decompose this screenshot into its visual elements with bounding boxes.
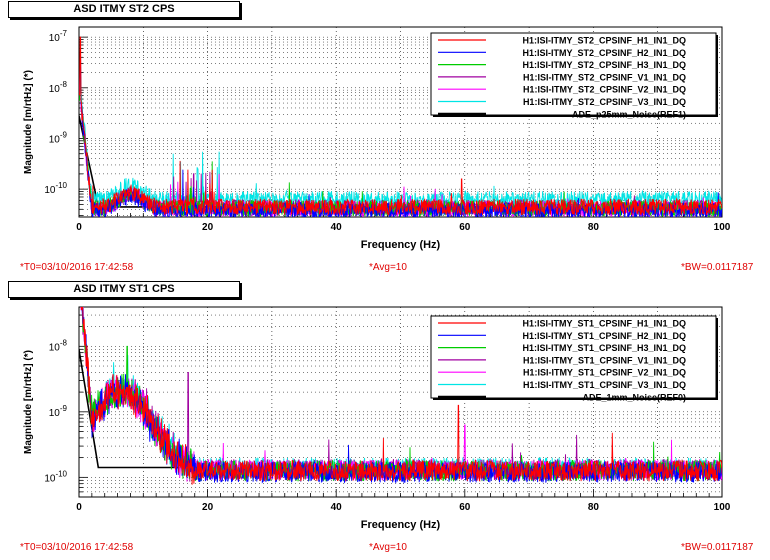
- x-tick-label: 0: [76, 222, 82, 233]
- legend-label: H1:ISI-ITMY_ST2_CPSINF_H3_IN1_DQ: [522, 60, 686, 70]
- chart-st2: 0 20 40 60 80 100 10-7 10-8 10-9 10-10 Frequency (…: [23, 26, 731, 251]
- y-tick-label: 10-9: [49, 404, 68, 419]
- legend: H1:ISI-ITMY_ST2_CPSINF_H1_IN1_DQ H1:ISI-I…: [430, 32, 718, 119]
- chart-st1: 0 20 40 60 80 100 10-8 10-9 10-10 Frequency (Hz) M…: [23, 306, 731, 531]
- panel-st2: 0 20 40 60 80 100 10-7 10-8 10-9 10-10 Frequency (…: [0, 0, 770, 280]
- legend-label: H1:ISI-ITMY_ST1_CPSINF_V3_IN1_DQ: [523, 380, 686, 390]
- x-tick-label: 100: [714, 222, 731, 233]
- x-tick-label: 20: [202, 222, 214, 233]
- legend-label: H1:ISI-ITMY_ST2_CPSINF_V1_IN1_DQ: [523, 72, 686, 82]
- x-tick-label: 60: [459, 502, 471, 513]
- legend-label: ADE_p25mm_Noise(REF1): [572, 109, 686, 119]
- x-tick-label: 40: [331, 502, 343, 513]
- footer-avg: *Avg=10: [369, 262, 407, 273]
- x-tick-label: 60: [459, 222, 471, 233]
- footer-bw: *BW=0.0117187: [681, 262, 754, 273]
- footer-avg: *Avg=10: [369, 542, 407, 553]
- y-tick-label: 10-8: [49, 338, 68, 353]
- legend: H1:ISI-ITMY_ST1_CPSINF_H1_IN1_DQ H1:ISI-I…: [430, 315, 718, 402]
- x-tick-label: 0: [76, 502, 82, 513]
- legend-label: H1:ISI-ITMY_ST2_CPSINF_V3_IN1_DQ: [523, 97, 686, 107]
- y-tick-label: 10-8: [49, 80, 68, 95]
- x-tick-label: 80: [588, 222, 600, 233]
- chart-title-st1: ASD ITMY ST1 CPS: [8, 281, 240, 298]
- legend-label: H1:ISI-ITMY_ST2_CPSINF_V2_IN1_DQ: [523, 85, 686, 95]
- y-tick-label: 10-10: [44, 181, 67, 196]
- y-tick-label: 10-9: [49, 130, 68, 145]
- x-axis-label: Frequency (Hz): [361, 519, 441, 531]
- legend-label: H1:ISI-ITMY_ST2_CPSINF_H2_IN1_DQ: [522, 48, 686, 58]
- chart-title-st2: ASD ITMY ST2 CPS: [8, 1, 240, 18]
- x-tick-label: 80: [588, 502, 600, 513]
- footer-t0: *T0=03/10/2016 17:42:58: [20, 542, 134, 553]
- y-axis-label: Magnitude [m/rtHz] (*): [23, 350, 34, 454]
- x-tick-label: 100: [714, 502, 731, 513]
- legend-label: ADE_1mm_Noise(REF0): [582, 392, 686, 402]
- legend-label: H1:ISI-ITMY_ST2_CPSINF_H1_IN1_DQ: [522, 36, 686, 46]
- legend-label: H1:ISI-ITMY_ST1_CPSINF_V1_IN1_DQ: [523, 355, 686, 365]
- panel-st1: 0 20 40 60 80 100 10-8 10-9 10-10 Frequency (Hz) M…: [0, 280, 770, 560]
- y-axis-label: Magnitude [m/rtHz] (*): [23, 70, 34, 174]
- legend-label: H1:ISI-ITMY_ST1_CPSINF_H1_IN1_DQ: [522, 319, 686, 329]
- footer-t0: *T0=03/10/2016 17:42:58: [20, 262, 134, 273]
- x-tick-label: 40: [331, 222, 343, 233]
- x-axis-label: Frequency (Hz): [361, 239, 441, 251]
- y-tick-label: 10-7: [49, 29, 68, 44]
- x-tick-label: 20: [202, 502, 214, 513]
- legend-label: H1:ISI-ITMY_ST1_CPSINF_H3_IN1_DQ: [522, 343, 686, 353]
- footer-bw: *BW=0.0117187: [681, 542, 754, 553]
- y-tick-label: 10-10: [44, 469, 67, 484]
- legend-label: H1:ISI-ITMY_ST1_CPSINF_H2_IN1_DQ: [522, 331, 686, 341]
- legend-label: H1:ISI-ITMY_ST1_CPSINF_V2_IN1_DQ: [523, 368, 686, 378]
